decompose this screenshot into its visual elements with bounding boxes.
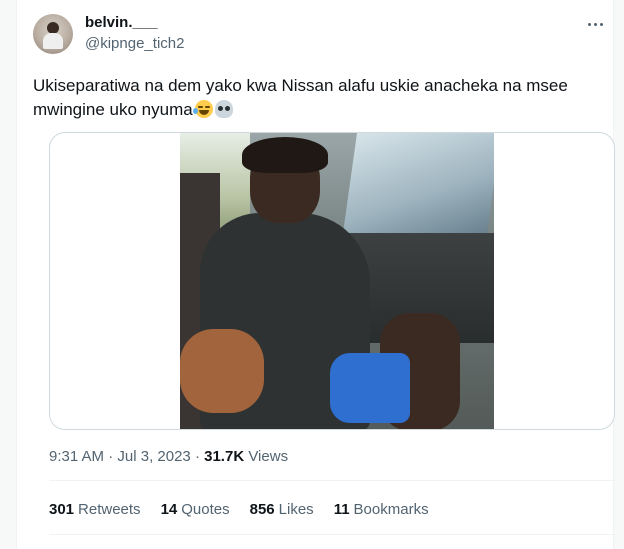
video-thumbnail: [180, 133, 494, 429]
bookmarks-stat[interactable]: 11 Bookmarks: [334, 501, 429, 518]
divider: [49, 534, 615, 535]
tweet-meta: 9:31 AM · Jul 3, 2023 · 31.7K Views: [49, 448, 288, 465]
car-window-right: [342, 133, 494, 233]
avatar[interactable]: [33, 14, 73, 54]
more-options-icon[interactable]: [583, 14, 607, 34]
meta-separator: ·: [104, 448, 118, 465]
retweets-count: 301: [49, 501, 75, 518]
tweet-media[interactable]: [49, 132, 615, 430]
tweet-date[interactable]: Jul 3, 2023: [117, 448, 190, 465]
likes-stat[interactable]: 856 Likes: [250, 501, 314, 518]
author-handle[interactable]: @kipnge_tich2: [85, 35, 184, 52]
likes-label: Likes: [278, 501, 314, 518]
tweet-text: Ukiseparatiwa na dem yako kwa Nissan ala…: [33, 74, 603, 122]
tweet-stats: 301 Retweets 14 Quotes 856 Likes 11 Bookmark…: [49, 501, 429, 518]
meta-separator: ·: [190, 448, 205, 465]
tweet-body: Ukiseparatiwa na dem yako kwa Nissan ala…: [33, 76, 568, 119]
retweets-stat[interactable]: 301 Retweets: [49, 501, 141, 518]
divider: [49, 480, 615, 481]
likes-count: 856: [249, 501, 275, 518]
quotes-stat[interactable]: 14 Quotes: [161, 501, 230, 518]
skull-icon: [214, 100, 233, 118]
views-count: 31.7K: [204, 448, 245, 465]
person-hair: [242, 137, 328, 173]
person-hand: [180, 329, 264, 413]
quotes-label: Quotes: [181, 501, 230, 518]
tweet-card: belvin.___ @kipnge_tich2 Ukiseparatiwa n…: [16, 0, 615, 549]
retweets-label: Retweets: [78, 501, 141, 518]
quotes-count: 14: [160, 501, 178, 518]
person-shorts: [330, 353, 410, 423]
tweet-time[interactable]: 9:31 AM: [49, 448, 104, 465]
face-with-tears-of-joy-icon: [192, 100, 213, 118]
bookmarks-count: 11: [333, 501, 350, 518]
avatar-body: [43, 33, 63, 49]
bookmarks-label: Bookmarks: [353, 501, 429, 518]
author-display-name[interactable]: belvin.___: [85, 14, 158, 31]
views-label: Views: [244, 448, 289, 465]
